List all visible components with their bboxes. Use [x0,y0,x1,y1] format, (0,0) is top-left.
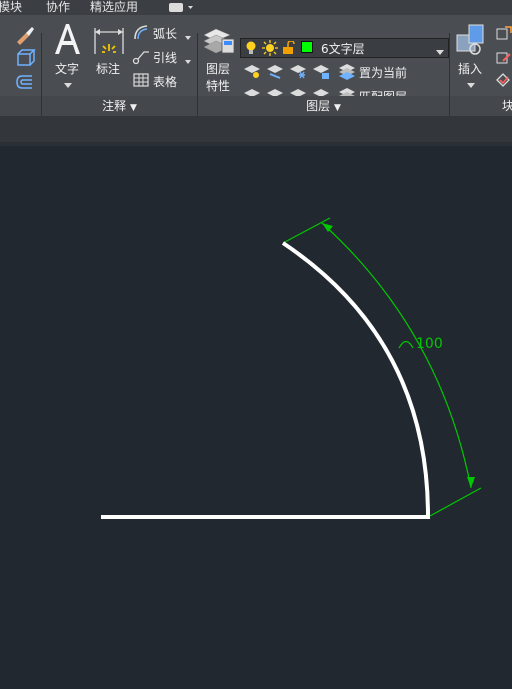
arc-length-label[interactable]: 弧长 [153,25,177,42]
set-current-label[interactable]: 置为当前 [359,64,407,81]
drawing-canvas[interactable]: 100 [0,146,512,686]
chevron-down-icon[interactable] [436,45,444,59]
layers-panel-label: 图层 [306,99,331,113]
chevron-down-icon: ▼ [129,103,137,113]
layer-dropdown[interactable]: 6文字层 [240,38,449,58]
menu-bar: 模块 协作 精选应用 [0,0,512,15]
dimension-icon[interactable] [92,24,126,59]
chevron-down-icon[interactable] [185,30,191,44]
menu-item-collaborate[interactable]: 协作 [46,0,70,15]
chevron-down-icon[interactable] [185,54,191,68]
arc-length-icon[interactable] [132,23,150,44]
dimension-arc [321,222,472,489]
annotate-panel-label: 注释 [102,99,127,113]
extension-line-bottom [429,487,482,517]
layer-properties-label-2[interactable]: 特性 [206,77,230,94]
menu-item-modules[interactable]: 模块 [0,0,22,15]
tools-panel-bar [0,96,41,116]
leader-label[interactable]: 引线 [153,49,177,66]
text-icon[interactable] [52,22,82,59]
chevron-down-icon[interactable] [467,78,475,92]
chevron-down-icon[interactable] [64,78,72,92]
dimension-text: 100 [416,336,443,352]
layer-freeze-icon[interactable] [289,63,307,84]
arrowhead-bottom [467,477,475,488]
insert-label[interactable]: 插入 [458,60,482,77]
menu-item-featured-apps[interactable]: 精选应用 [90,0,138,15]
brush-icon[interactable] [14,24,36,49]
block-panel-label: 块 [502,99,512,113]
box-icon[interactable] [14,48,36,71]
dimension-tool-label[interactable]: 标注 [96,60,120,77]
layer-properties-label[interactable]: 图层 [206,60,230,77]
table-label[interactable]: 表格 [153,73,177,90]
current-layer-name: 6文字层 [321,42,365,56]
create-block-icon[interactable] [495,25,512,45]
arrowhead-top [322,223,333,232]
arc-length-symbol [398,340,414,349]
arc-geometry [281,241,430,517]
edit-block-icon[interactable] [495,49,512,69]
insert-block-icon[interactable] [455,23,489,60]
workspace-dropdown-icon[interactable] [168,2,194,13]
drawing-svg: 100 [101,217,482,519]
table-icon[interactable] [132,71,150,92]
sun-icon[interactable] [262,40,278,59]
file-tab-strip [0,116,512,142]
lightbulb-icon[interactable] [245,41,257,58]
layer-isolate-icon[interactable] [266,63,284,84]
set-current-icon[interactable] [338,62,356,83]
extension-line-top [282,217,331,244]
leader-icon[interactable] [132,47,150,68]
layer-color-swatch[interactable] [301,41,313,53]
annotate-panel-title[interactable]: 注释 ▼ [42,96,197,116]
layer-properties-icon[interactable] [202,23,236,60]
text-tool-label[interactable]: 文字 [55,60,79,77]
chevron-down-icon: ▼ [333,103,341,113]
layers-panel-title[interactable]: 图层 ▼ [198,96,449,116]
block-attributes-icon[interactable] [495,72,512,92]
unlock-icon[interactable] [282,40,296,58]
block-panel-title[interactable]: 块 [450,96,512,116]
offset-icon[interactable] [14,72,36,95]
layer-off-icon[interactable] [243,63,261,84]
layer-lock-icon[interactable] [312,63,330,84]
